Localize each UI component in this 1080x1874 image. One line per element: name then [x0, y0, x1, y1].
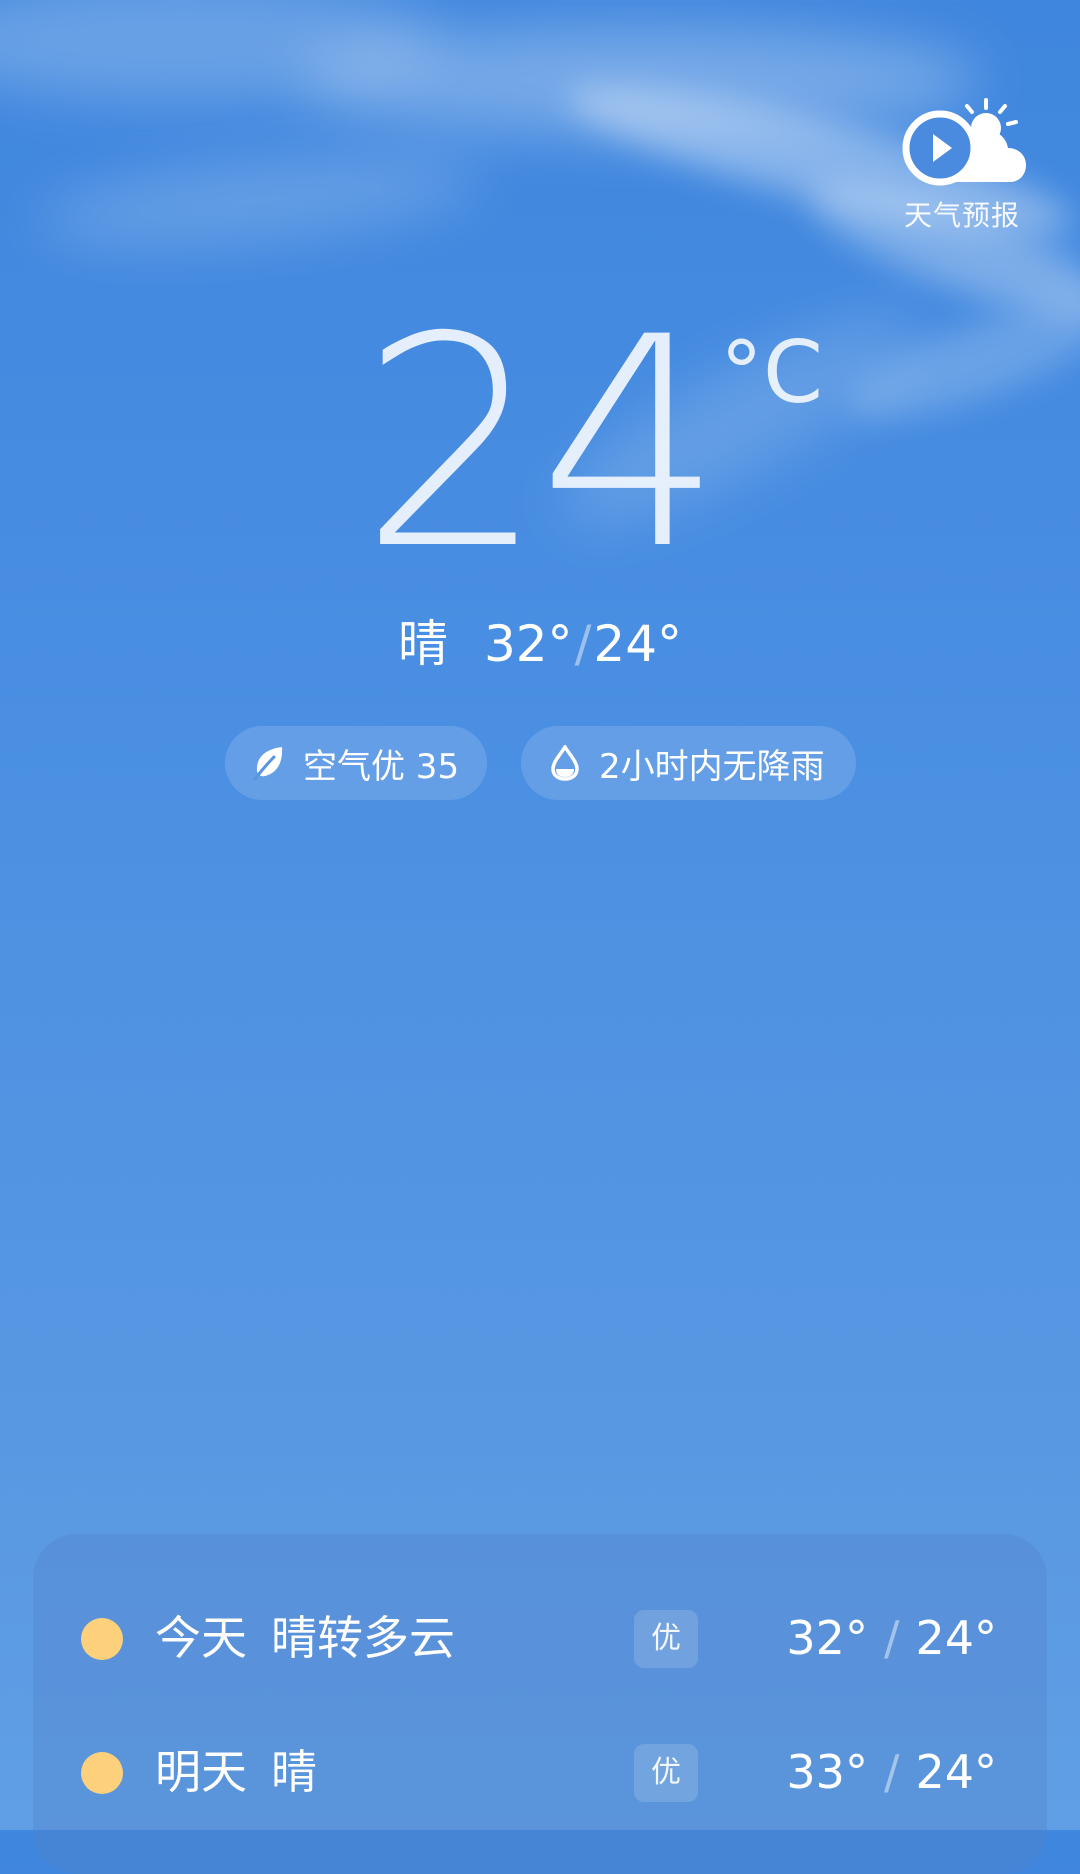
forecast-condition: 晴 — [271, 1745, 317, 1799]
range-separator: / — [883, 1745, 900, 1799]
rain-forecast-label: 2小时内无降雨 — [599, 746, 825, 787]
condition-text: 晴 — [397, 615, 448, 673]
temperature-value: 24 — [360, 276, 723, 613]
forecast-day: 今天 — [155, 1611, 247, 1665]
temp-separator: / — [574, 615, 592, 673]
low-temp: 24° — [593, 615, 683, 673]
range-separator: / — [883, 1611, 900, 1665]
forecast-range: 33° / 24° — [786, 1744, 997, 1800]
condition-summary: 晴 32°/24° — [0, 612, 1080, 676]
sun-icon — [81, 1752, 123, 1794]
raindrop-icon — [545, 743, 585, 783]
rain-forecast-chip[interactable]: 2小时内无降雨 — [521, 726, 856, 800]
forecast-low: 24° — [915, 1611, 997, 1665]
forecast-condition: 晴转多云 — [271, 1611, 455, 1665]
forecast-row-tomorrow[interactable]: 明天 晴 优 33° / 24° — [33, 1722, 1047, 1822]
aqi-badge: 优 — [634, 1744, 698, 1802]
high-temp: 32° — [483, 615, 573, 673]
temperature-unit: °C — [720, 323, 824, 423]
air-quality-label: 空气优 35 — [303, 746, 460, 787]
forecast-range: 32° / 24° — [786, 1610, 997, 1666]
forecast-video-button[interactable]: 天气预报 — [894, 96, 1030, 236]
current-temperature: 24 °C — [360, 300, 840, 590]
forecast-video-label: 天气预报 — [903, 199, 1020, 232]
forecast-row-today[interactable]: 今天 晴转多云 优 32° / 24° — [33, 1588, 1047, 1688]
air-quality-chip[interactable]: 空气优 35 — [225, 726, 487, 800]
daily-forecast-card: 今天 晴转多云 优 32° / 24° 明天 晴 优 33° / 24° — [33, 1534, 1047, 1874]
weather-app-screen: { "current": { "temperature": "24", "uni… — [0, 0, 1080, 1874]
forecast-day: 明天 — [155, 1745, 247, 1799]
play-cloud-sun-icon — [902, 98, 1026, 186]
forecast-high: 32° — [786, 1611, 868, 1665]
sun-icon — [81, 1618, 123, 1660]
aqi-badge: 优 — [634, 1610, 698, 1668]
leaf-icon — [249, 743, 289, 783]
forecast-high: 33° — [786, 1745, 868, 1799]
forecast-low: 24° — [915, 1745, 997, 1799]
